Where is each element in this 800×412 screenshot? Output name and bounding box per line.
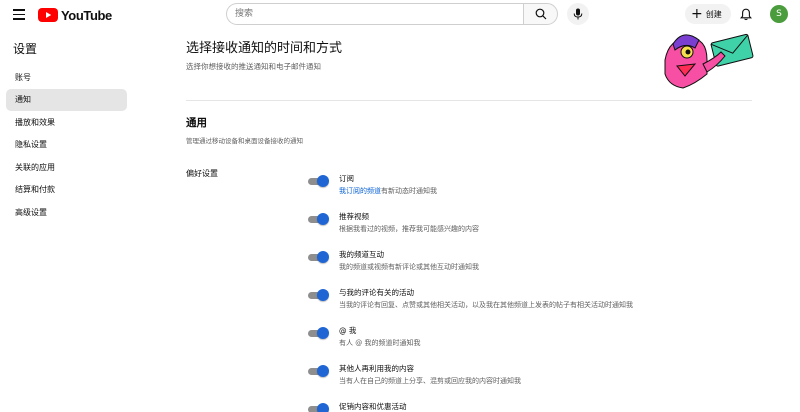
section-description: 管理通过移动设备和桌面设备接收的通知 xyxy=(186,137,303,145)
sidebar-item-label: 通知 xyxy=(15,95,31,105)
setting-description: 有人 @ 我的频道时通知我 xyxy=(339,339,421,347)
preferences-label: 偏好设置 xyxy=(186,169,218,178)
setting-description: 当我的评论有回复、点赞或其他相关活动，以及我在其他频道上发表的帖子有相关活动时通… xyxy=(339,301,633,309)
sidebar-item-label: 账号 xyxy=(15,72,31,82)
youtube-play-icon xyxy=(38,8,58,22)
setting-title: 我的频道互动 xyxy=(339,250,384,259)
page-title: 选择接收通知的时间和方式 xyxy=(186,41,343,56)
setting-description: 我订阅的频道有新动态时通知我 xyxy=(339,186,437,196)
recommended-videos-toggle[interactable] xyxy=(308,213,329,225)
voice-search-button[interactable] xyxy=(567,3,589,25)
search-input[interactable] xyxy=(235,6,515,22)
setting-description-text: 有新动态时通知我 xyxy=(381,187,437,195)
sidebar-item-label: 隐私设置 xyxy=(15,140,47,150)
hamburger-menu-icon[interactable] xyxy=(12,6,28,22)
plus-icon: + xyxy=(691,6,703,22)
sidebar-item-advanced[interactable]: 高级设置 xyxy=(6,202,127,224)
setting-description: 当有人在自己的频道上分享、混剪或回应我的内容时通知我 xyxy=(339,377,521,385)
sidebar-item-privacy[interactable]: 隐私设置 xyxy=(6,134,127,156)
mentions-toggle[interactable] xyxy=(308,327,329,339)
search-box xyxy=(226,3,523,25)
setting-comment-activity: 与我的评论有关的活动 当我的评论有回复、点赞或其他相关活动，以及我在其他频道上发… xyxy=(308,287,748,317)
setting-title: 其他人再利用我的内容 xyxy=(339,364,414,373)
sidebar-item-account[interactable]: 账号 xyxy=(6,66,127,88)
setting-channel-activity: 我的频道互动 我的频道或视频有新评论或其他互动时通知我 xyxy=(308,249,748,279)
setting-title: @ 我 xyxy=(339,326,357,335)
setting-title: 促销内容和优惠活动 xyxy=(339,402,407,411)
sidebar-item-label: 关联的应用 xyxy=(15,162,55,172)
setting-description: 根据我看过的视频，推荐我可能感兴趣的内容 xyxy=(339,225,479,233)
setting-mentions: @ 我 有人 @ 我的频道时通知我 xyxy=(308,325,748,355)
section-title: 通用 xyxy=(186,117,207,129)
bell-icon xyxy=(740,8,752,20)
subscribed-channels-link[interactable]: 我订阅的频道 xyxy=(339,187,381,195)
sidebar-item-connected-apps[interactable]: 关联的应用 xyxy=(6,156,127,178)
subscriptions-toggle[interactable] xyxy=(308,175,329,187)
sidebar: 账号 通知 播放和效果 隐私设置 关联的应用 结算和付款 高级设置 xyxy=(6,66,127,224)
sidebar-item-label: 高级设置 xyxy=(15,208,47,218)
setting-content-reuse: 其他人再利用我的内容 当有人在自己的频道上分享、混剪或回应我的内容时通知我 xyxy=(308,363,748,393)
setting-recommended-videos: 推荐视频 根据我看过的视频，推荐我可能感兴趣的内容 xyxy=(308,211,748,241)
setting-promotions: 促销内容和优惠活动 xyxy=(308,401,748,412)
sidebar-item-billing[interactable]: 结算和付款 xyxy=(6,179,127,201)
create-button[interactable]: + 创建 xyxy=(685,4,731,24)
section-divider xyxy=(186,100,752,101)
setting-title: 订阅 xyxy=(339,174,354,183)
sidebar-item-playback[interactable]: 播放和效果 xyxy=(6,111,127,133)
comment-activity-toggle[interactable] xyxy=(308,289,329,301)
promotions-toggle[interactable] xyxy=(308,403,329,412)
content-reuse-toggle[interactable] xyxy=(308,365,329,377)
microphone-icon xyxy=(573,8,583,20)
setting-description: 我的频道或视频有新评论或其他互动时通知我 xyxy=(339,263,479,271)
youtube-logo[interactable]: YouTube xyxy=(38,7,112,23)
create-label: 创建 xyxy=(705,9,722,19)
sidebar-item-notifications[interactable]: 通知 xyxy=(6,88,127,111)
search-button[interactable] xyxy=(523,3,558,25)
setting-title: 与我的评论有关的活动 xyxy=(339,288,414,297)
sidebar-item-label: 播放和效果 xyxy=(15,117,55,127)
channel-activity-toggle[interactable] xyxy=(308,251,329,263)
search-icon xyxy=(535,8,546,20)
logo-text: YouTube xyxy=(61,7,112,23)
setting-title: 推荐视频 xyxy=(339,212,369,221)
page-subtitle: 选择你想接收的推送通知和电子邮件通知 xyxy=(186,62,321,71)
sidebar-title: 设置 xyxy=(13,42,38,56)
sidebar-item-label: 结算和付款 xyxy=(15,185,55,195)
notifications-button[interactable] xyxy=(738,6,754,22)
notifications-illustration xyxy=(655,30,755,92)
top-bar: YouTube + 创建 S xyxy=(0,0,800,30)
avatar[interactable]: S xyxy=(770,5,788,23)
setting-subscriptions: 订阅 我订阅的频道有新动态时通知我 xyxy=(308,173,748,203)
